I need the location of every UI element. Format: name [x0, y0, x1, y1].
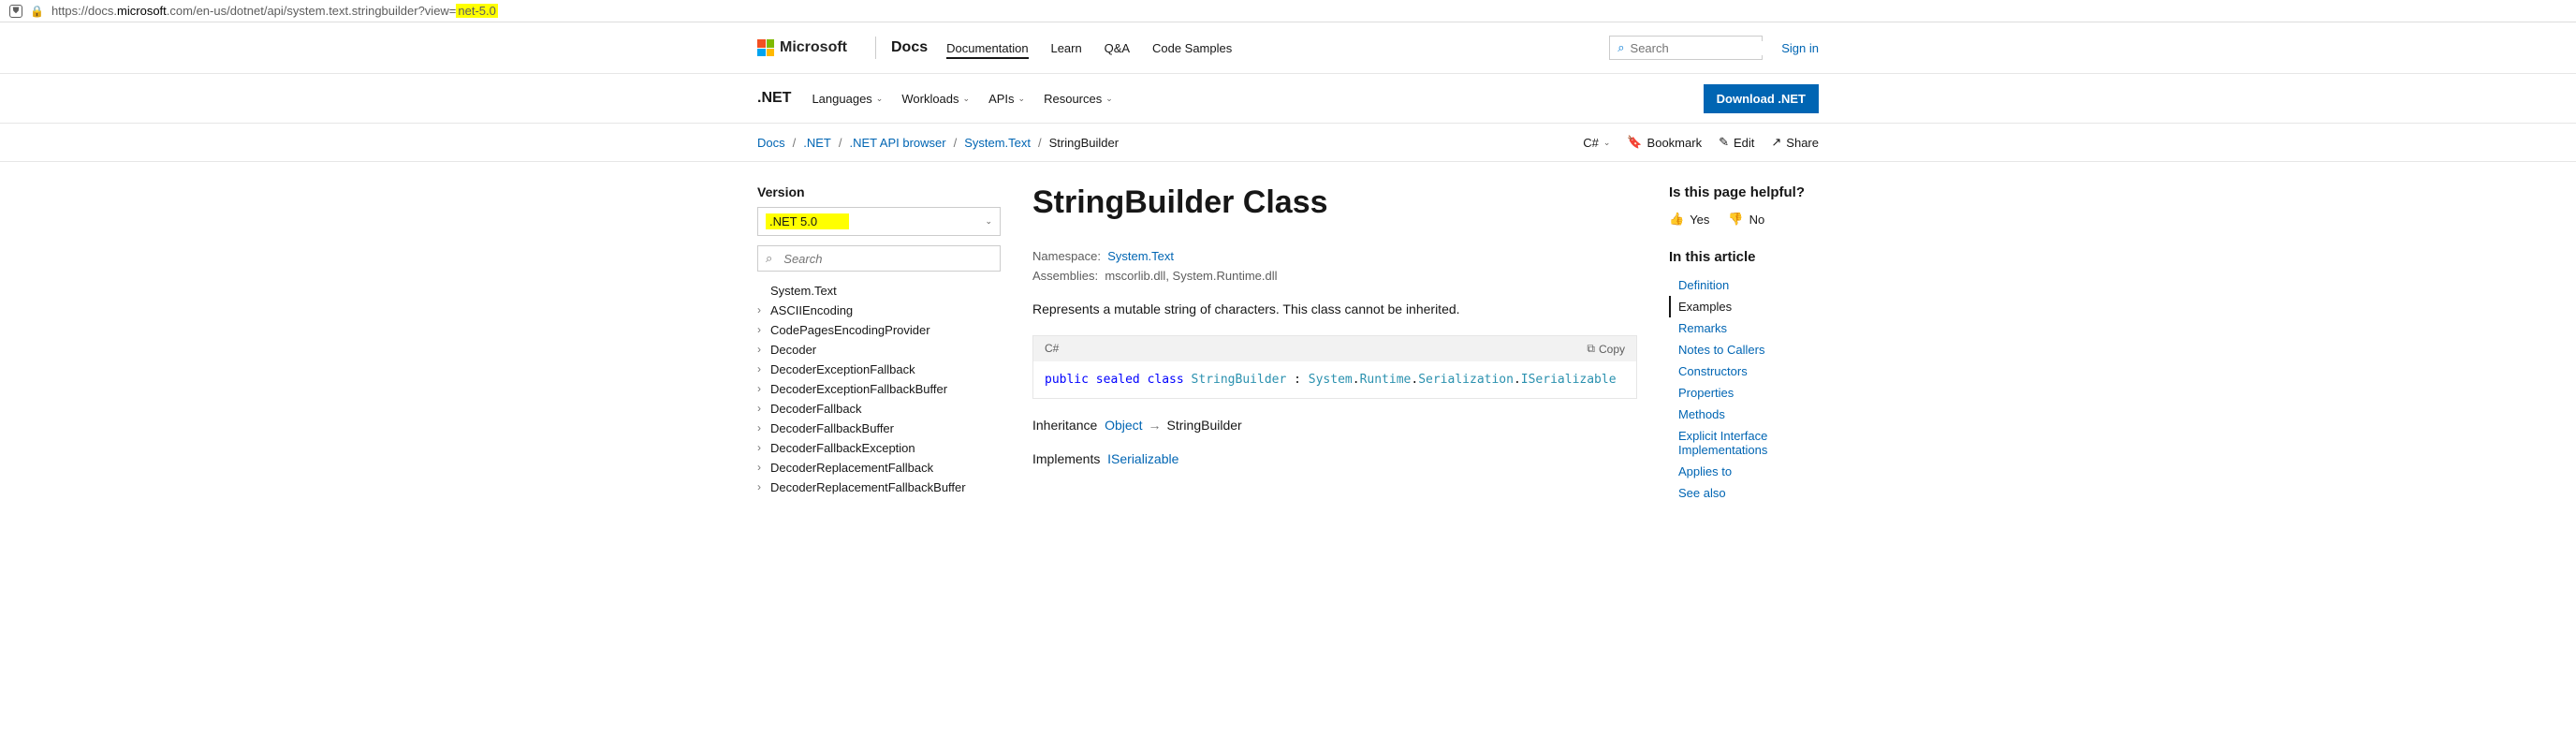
copy-button[interactable]: ⧉Copy: [1587, 342, 1625, 356]
bookmark-icon: 🔖: [1627, 135, 1642, 150]
toc-item[interactable]: DecoderExceptionFallbackBuffer: [757, 379, 1001, 399]
copy-icon: ⧉: [1587, 342, 1595, 356]
nav-resources[interactable]: Resources⌄: [1044, 92, 1113, 106]
bc-current: StringBuilder: [1049, 136, 1119, 150]
article-nav-item[interactable]: Properties: [1669, 382, 1819, 404]
shield-icon: ⛊: [9, 5, 22, 18]
download-button[interactable]: Download .NET: [1704, 84, 1819, 113]
bc-ns[interactable]: System.Text: [964, 136, 1031, 150]
article-content: StringBuilder Class Namespace: System.Te…: [1032, 184, 1637, 504]
feedback-yes[interactable]: 👍Yes: [1669, 212, 1709, 227]
edit-button[interactable]: ✎Edit: [1719, 135, 1754, 150]
chevron-down-icon: ⌄: [985, 216, 992, 227]
right-sidebar: Is this page helpful? 👍Yes 👎No In this a…: [1669, 184, 1819, 504]
toc-item[interactable]: System.Text: [757, 281, 1001, 301]
toc-item[interactable]: DecoderFallback: [757, 399, 1001, 419]
nav-code-samples[interactable]: Code Samples: [1152, 41, 1232, 55]
bookmark-button[interactable]: 🔖Bookmark: [1627, 135, 1702, 150]
toc-item[interactable]: Decoder: [757, 340, 1001, 360]
summary-text: Represents a mutable string of character…: [1032, 301, 1637, 316]
secondary-nav: .NET Languages⌄ Workloads⌄ APIs⌄ Resourc…: [0, 74, 2576, 124]
toc-search[interactable]: ⌕: [757, 245, 1001, 272]
search-input[interactable]: [1631, 41, 1795, 55]
toc-item[interactable]: DecoderReplacementFallbackBuffer: [757, 478, 1001, 497]
chevron-down-icon: ⌄: [1018, 94, 1026, 104]
code-body: public sealed class StringBuilder : Syst…: [1033, 361, 1636, 398]
helpful-title: Is this page helpful?: [1669, 184, 1819, 200]
nav-learn[interactable]: Learn: [1050, 41, 1081, 55]
signin-link[interactable]: Sign in: [1781, 41, 1819, 55]
nav-documentation[interactable]: Documentation: [946, 41, 1028, 59]
inheritance-link[interactable]: Object: [1105, 418, 1142, 433]
divider: [875, 37, 876, 59]
toc-item[interactable]: ASCIIEncoding: [757, 301, 1001, 320]
share-button[interactable]: ↗Share: [1771, 135, 1819, 150]
article-nav-item[interactable]: Methods: [1669, 404, 1819, 425]
thumbs-up-icon: 👍: [1669, 212, 1684, 227]
code-lang-label: C#: [1045, 342, 1059, 356]
page-actions: C#⌄ 🔖Bookmark ✎Edit ↗Share: [1583, 135, 1819, 150]
implements-row: Implements ISerializable: [1032, 451, 1637, 466]
chevron-down-icon: ⌄: [1603, 138, 1611, 148]
nav-languages[interactable]: Languages⌄: [812, 92, 883, 106]
article-nav-item[interactable]: Explicit Interface Implementations: [1669, 425, 1819, 461]
article-nav-item[interactable]: Remarks: [1669, 317, 1819, 339]
dotnet-brand[interactable]: .NET: [757, 90, 791, 107]
article-nav-item[interactable]: Applies to: [1669, 461, 1819, 482]
article-nav-item[interactable]: Constructors: [1669, 360, 1819, 382]
bc-api[interactable]: .NET API browser: [850, 136, 946, 150]
microsoft-label: Microsoft: [780, 39, 847, 56]
breadcrumb-row: Docs/ .NET/ .NET API browser/ System.Tex…: [0, 124, 2576, 162]
version-select[interactable]: .NET 5.0 ⌄: [757, 207, 1001, 236]
search-icon: ⌕: [1617, 40, 1624, 55]
toc-item[interactable]: DecoderReplacementFallback: [757, 458, 1001, 478]
language-switcher[interactable]: C#⌄: [1583, 136, 1610, 150]
feedback-no[interactable]: 👎No: [1728, 212, 1764, 227]
thumbs-down-icon: 👎: [1728, 212, 1743, 227]
share-icon: ↗: [1771, 135, 1781, 150]
nav-qa[interactable]: Q&A: [1105, 41, 1130, 55]
bc-docs[interactable]: Docs: [757, 136, 785, 150]
toc-sidebar: Version .NET 5.0 ⌄ ⌕ System.Text ASCIIEn…: [757, 184, 1001, 504]
page-title: StringBuilder Class: [1032, 184, 1637, 221]
in-article-title: In this article: [1669, 249, 1819, 265]
pencil-icon: ✎: [1719, 135, 1729, 150]
nav-workloads[interactable]: Workloads⌄: [901, 92, 970, 106]
feedback-buttons: 👍Yes 👎No: [1669, 212, 1819, 227]
microsoft-icon: [757, 39, 774, 56]
nav-apis[interactable]: APIs⌄: [988, 92, 1025, 106]
article-nav-item[interactable]: Examples: [1669, 296, 1819, 317]
toc-item[interactable]: DecoderExceptionFallback: [757, 360, 1001, 379]
implements-link[interactable]: ISerializable: [1107, 451, 1178, 466]
chevron-down-icon: ⌄: [876, 94, 884, 104]
primary-nav: Documentation Learn Q&A Code Samples: [946, 40, 1251, 55]
toc-item[interactable]: DecoderFallbackBuffer: [757, 419, 1001, 438]
namespace-link[interactable]: System.Text: [1107, 249, 1174, 263]
toc-search-input[interactable]: [783, 252, 992, 266]
global-search[interactable]: ⌕: [1609, 36, 1763, 60]
article-nav-item[interactable]: Notes to Callers: [1669, 339, 1819, 360]
code-block: C# ⧉Copy public sealed class StringBuild…: [1032, 335, 1637, 399]
chevron-down-icon: ⌄: [1105, 94, 1113, 104]
toc-item[interactable]: DecoderFallbackException: [757, 438, 1001, 458]
toc-list: System.Text ASCIIEncoding CodePagesEncod…: [757, 281, 1001, 497]
inheritance-row: Inheritance Object→StringBuilder: [1032, 418, 1637, 433]
global-header: Microsoft Docs Documentation Learn Q&A C…: [0, 22, 2576, 74]
chevron-down-icon: ⌄: [963, 94, 971, 104]
breadcrumb: Docs/ .NET/ .NET API browser/ System.Tex…: [757, 136, 1119, 150]
namespace-row: Namespace: System.Text: [1032, 249, 1637, 263]
version-label: Version: [757, 184, 1001, 199]
search-icon: ⌕: [766, 251, 772, 266]
article-nav-item[interactable]: Definition: [1669, 274, 1819, 296]
microsoft-logo[interactable]: Microsoft: [757, 39, 847, 56]
assemblies-row: Assemblies: mscorlib.dll, System.Runtime…: [1032, 269, 1637, 283]
bc-net[interactable]: .NET: [803, 136, 831, 150]
browser-url-bar: ⛊ 🔒 https://docs.microsoft.com/en-us/dot…: [0, 0, 2576, 22]
url-text[interactable]: https://docs.microsoft.com/en-us/dotnet/…: [51, 4, 498, 18]
docs-brand[interactable]: Docs: [891, 39, 928, 56]
toc-item[interactable]: CodePagesEncodingProvider: [757, 320, 1001, 340]
article-nav-item[interactable]: See also: [1669, 482, 1819, 504]
article-nav: Definition Examples Remarks Notes to Cal…: [1669, 274, 1819, 504]
lock-icon: 🔒: [30, 5, 44, 18]
